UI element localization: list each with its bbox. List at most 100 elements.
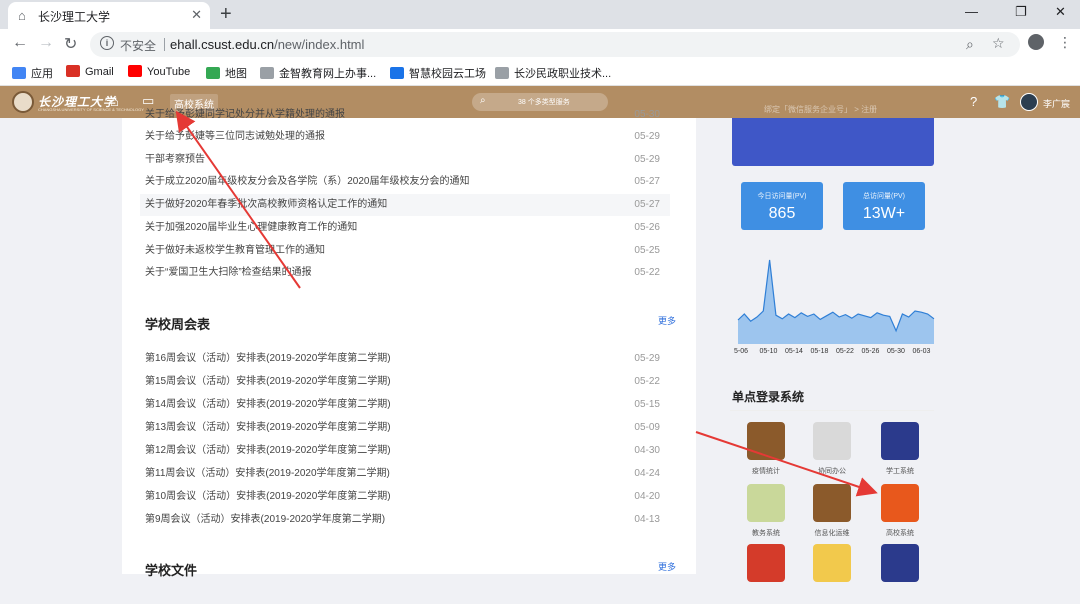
bookmark-item[interactable]: YouTube [128,65,190,78]
news-item[interactable]: 关于给予彭婕同学记处分并从学籍处理的通报 05-30 [140,104,670,126]
weekly-date: 04-13 [634,514,660,525]
sso-app[interactable] [802,544,862,604]
news-title: 关于给予彭婕等三位同志诫勉处理的通报 [145,131,325,142]
news-item[interactable]: 关于加强2020届毕业生心理健康教育工作的通知 05-26 [140,217,670,239]
bookmark-item[interactable]: 金智教育网上办事... [260,65,376,81]
weekly-item[interactable]: 第13周会议（活动）安排表(2019-2020学年度第二学期) 05-09 [140,417,670,439]
bookmark-item[interactable]: Gmail [66,65,114,78]
divider [164,38,165,51]
weekly-title: 第13周会议（活动）安排表(2019-2020学年度第二学期) [145,422,391,433]
weekly-item[interactable]: 第15周会议（活动）安排表(2019-2020学年度第二学期) 05-22 [140,371,670,393]
bookmark-item[interactable]: 应用 [12,65,53,81]
news-item[interactable]: 关于做好未返校学生教育管理工作的通知 05-25 [140,240,670,262]
zoom-icon[interactable]: ⌕ [966,36,974,53]
divider [730,410,934,411]
insecure-label: 不安全 [120,39,157,53]
page-icon [495,67,509,79]
news-item[interactable]: 关于给予彭婕等三位同志诫勉处理的通报 05-29 [140,126,670,148]
home-icon[interactable]: ⌂ [110,93,119,110]
chart-area [738,260,934,344]
files-more-link[interactable]: 更多 [658,560,676,573]
news-title: 关于做好未返校学生教育管理工作的通知 [145,245,325,256]
sidebar: 绑定「微信服务企业号」 > 注册 今日访问量(PV) 865 总访问量(PV) … [730,105,940,582]
forward-icon[interactable]: → [38,34,54,52]
banner[interactable]: 绑定「微信服务企业号」 > 注册 [732,105,934,166]
new-tab-icon[interactable]: + [220,3,232,26]
weekly-date: 05-09 [634,422,660,433]
bookmark-label: 应用 [31,68,53,80]
sso-app[interactable]: 教务系统 [736,484,796,544]
bookmark-item[interactable]: 地图 [206,65,247,81]
logo-subtext: CHANGSHA UNIVERSITY OF SCIENCE & TECHNOL… [38,107,144,112]
bookmark-star-icon[interactable]: ☆ [992,35,1005,52]
weekly-item[interactable]: 第12周会议（活动）安排表(2019-2020学年度第二学期) 04-30 [140,440,670,462]
weekly-more-link[interactable]: 更多 [658,314,676,327]
maps-icon [206,67,220,79]
apps-grid-icon [12,67,26,79]
sso-app[interactable]: 协同办公 [802,422,862,482]
bookmark-label: Gmail [85,66,114,78]
sso-app[interactable]: 疫情统计 [736,422,796,482]
sso-app[interactable]: 信息化运维 [802,484,862,544]
weekly-section-title: 学校周会表 [145,317,211,332]
x-tick-label: 05-10 [760,348,778,354]
bookmark-item[interactable]: 智慧校园云工场 [390,65,486,81]
news-title: 关于加强2020届毕业生心理健康教育工作的通知 [145,222,358,233]
weekly-title: 第15周会议（活动）安排表(2019-2020学年度第二学期) [145,376,391,387]
news-title: 干部考察预告 [145,154,205,165]
bookmark-item[interactable]: 长沙民政职业技术... [495,65,611,81]
news-item[interactable]: 关于“爱国卫生大扫除”检查结果的通报 05-22 [140,262,670,284]
shirt-icon[interactable]: 👕 [994,94,1010,110]
runner-icon [881,484,919,522]
weekly-item[interactable]: 第10周会议（活动）安排表(2019-2020学年度第二学期) 04-20 [140,486,670,508]
weekly-item[interactable]: 第9周会议（活动）安排表(2019-2020学年度第二学期) 04-13 [140,509,670,531]
help-icon[interactable]: ? [970,94,977,109]
sso-app-label: 教务系统 [752,530,780,537]
close-tab-icon[interactable]: ✕ [191,7,202,23]
bookmarks-bar: 应用 Gmail YouTube 地图 金智教育网上办事... 智慧校园云工场 长沙民政职业… [0,59,1080,86]
address-bar[interactable]: i 不安全 ehall.csust.edu.cn/new/index.html … [90,32,1020,57]
url-domain: ehall.csust.edu.cn [170,37,275,52]
sso-app[interactable]: 高校系统 [870,484,930,544]
menu-kebab-icon[interactable]: ⋮ [1058,34,1072,51]
weekly-item[interactable]: 第11周会议（活动）安排表(2019-2020学年度第二学期) 04-24 [140,463,670,485]
back-icon[interactable]: ← [12,34,28,52]
sso-app-label: 高校系统 [886,530,914,537]
sso-app-label: 信息化运维 [814,530,850,537]
weekly-date: 05-15 [634,399,660,410]
browser-tab[interactable]: ⌂ 长沙理工大学 ✕ [8,2,210,29]
news-item[interactable]: 干部考察预告 05-29 [140,149,670,171]
weekly-title: 第9周会议（活动）安排表(2019-2020学年度第二学期) [145,514,386,525]
gmail-icon [66,65,80,77]
main-content: 学校周会表 更多 学校文件 更多 关于给予彭婕同学记处分并从学籍处理的通报 05-… [122,109,696,578]
x-tick-label: 05-14 [785,348,803,354]
news-item[interactable]: 关于成立2020届年级校友分会及各学院（系）2020届年级校友分会的通知 05-2… [140,171,670,193]
profile-icon[interactable] [1028,34,1044,50]
stat-label: 总访问量(PV) [863,193,905,200]
weekly-item[interactable]: 第16周会议（活动）安排表(2019-2020学年度第二学期) 05-29 [140,348,670,370]
news-title: 关于做好2020年春季批次高校教师资格认定工作的通知 [145,199,388,210]
x-tick-label: 05-30 [887,348,905,354]
reload-icon[interactable]: ↻ [64,34,77,54]
bookmark-label: 长沙民政职业技术... [514,68,612,80]
weekly-date: 05-22 [634,376,660,387]
contacts-book-icon [813,484,851,522]
weekly-date: 04-24 [634,468,660,479]
stat-today: 今日访问量(PV) 865 [741,182,823,230]
maximize-icon[interactable]: ❐ [1015,4,1027,20]
weekly-title: 第16周会议（活动）安排表(2019-2020学年度第二学期) [145,353,391,364]
sso-app[interactable] [870,544,930,604]
news-item[interactable]: 关于做好2020年春季批次高校教师资格认定工作的通知 05-27 [140,194,670,216]
sso-app-label: 疫情统计 [752,468,780,475]
avatar[interactable] [1020,93,1038,111]
weekly-title: 第14周会议（活动）安排表(2019-2020学年度第二学期) [145,399,391,410]
sso-app[interactable] [736,544,796,604]
url-text[interactable]: ehall.csust.edu.cn/new/index.html [170,37,364,52]
close-window-icon[interactable]: ✕ [1055,4,1066,20]
sso-app[interactable]: 学工系统 [870,422,930,482]
minimize-icon[interactable]: — [965,4,978,19]
university-logo-icon[interactable] [12,91,34,113]
weekly-item[interactable]: 第14周会议（活动）安排表(2019-2020学年度第二学期) 05-15 [140,394,670,416]
info-icon[interactable]: i [100,36,114,50]
user-name[interactable]: 李广宸 [1043,97,1070,110]
